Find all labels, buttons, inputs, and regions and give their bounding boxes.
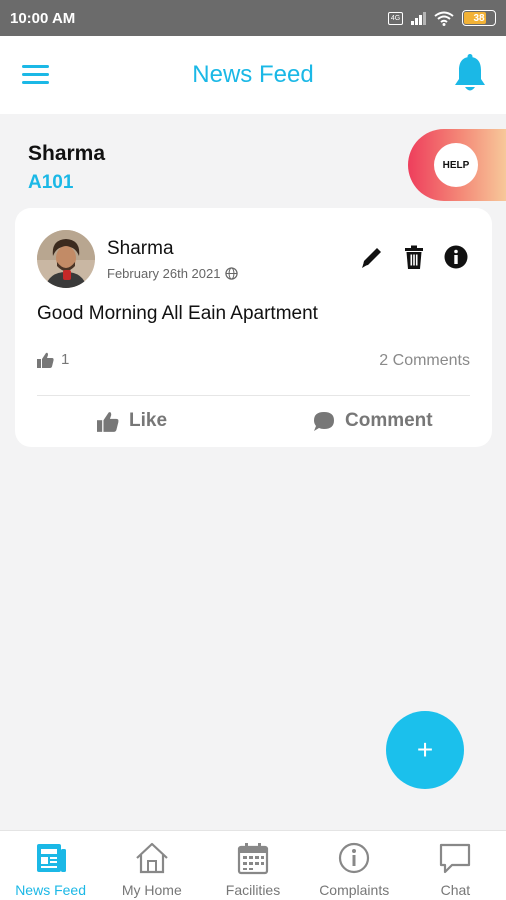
- status-bar: 10:00 AM 4G 38: [0, 0, 506, 36]
- plus-icon: +: [416, 734, 434, 765]
- home-icon: [136, 842, 168, 874]
- speech-bubble-icon: [314, 411, 334, 431]
- thumbs-up-small-icon: [37, 352, 54, 368]
- like-button[interactable]: Like: [97, 410, 167, 432]
- post-text: Good Morning All Eain Apartment: [37, 303, 318, 324]
- battery-icon: 38: [462, 10, 496, 26]
- post-date: February 26th 2021: [107, 266, 239, 281]
- nav-item-chat[interactable]: Chat: [405, 831, 506, 900]
- info-circle-icon: [339, 842, 370, 874]
- newspaper-icon: [36, 844, 66, 872]
- wifi-icon: [434, 11, 454, 26]
- post-author: Sharma: [107, 238, 174, 259]
- bottom-navigation: News Feed My Home Facilities Complaints: [0, 830, 506, 900]
- help-button[interactable]: HELP: [408, 129, 506, 201]
- comment-count[interactable]: 2 Comments: [379, 352, 470, 370]
- user-name: Sharma: [28, 142, 106, 165]
- help-label: HELP: [434, 143, 478, 187]
- nav-label-news-feed: News Feed: [15, 882, 86, 898]
- nav-label-complaints: Complaints: [319, 882, 390, 898]
- nav-item-facilities[interactable]: Facilities: [202, 831, 303, 900]
- status-icons: 4G 38: [388, 10, 496, 26]
- user-info: Sharma A101: [28, 142, 105, 194]
- nav-label-chat: Chat: [440, 882, 471, 898]
- thumbs-up-icon: [97, 411, 119, 432]
- user-unit: A101: [28, 172, 74, 193]
- calendar-icon: [237, 843, 269, 875]
- post-date-text: February 26th 2021: [107, 266, 221, 281]
- app-bar: News Feed: [0, 36, 506, 114]
- divider: [37, 395, 470, 396]
- chat-bubble-icon: [440, 843, 471, 874]
- post-card: Sharma February 26th 2021 Good Morning A…: [15, 208, 492, 447]
- info-icon[interactable]: [443, 244, 469, 270]
- hamburger-menu-icon[interactable]: [22, 65, 49, 85]
- like-count-value: 1: [61, 351, 70, 368]
- page-title: News Feed: [192, 61, 314, 88]
- battery-level: 38: [473, 12, 485, 24]
- signal-icon: [411, 11, 426, 25]
- nav-item-complaints[interactable]: Complaints: [304, 831, 405, 900]
- volte-icon: 4G: [388, 11, 403, 25]
- comment-button[interactable]: Comment: [313, 410, 433, 432]
- trash-icon[interactable]: [401, 244, 427, 270]
- nav-label-my-home: My Home: [121, 882, 182, 898]
- status-time: 10:00 AM: [10, 9, 76, 27]
- avatar[interactable]: [37, 230, 95, 288]
- like-button-label: Like: [129, 410, 168, 431]
- nav-item-my-home[interactable]: My Home: [101, 831, 202, 900]
- like-count: 1: [37, 351, 69, 368]
- nav-label-facilities: Facilities: [225, 882, 281, 898]
- globe-icon: [225, 267, 239, 280]
- comment-button-label: Comment: [345, 410, 433, 431]
- bell-icon[interactable]: [452, 54, 488, 94]
- add-post-button[interactable]: +: [386, 711, 464, 789]
- edit-pencil-icon[interactable]: [359, 244, 385, 270]
- nav-item-news-feed[interactable]: News Feed: [0, 831, 101, 900]
